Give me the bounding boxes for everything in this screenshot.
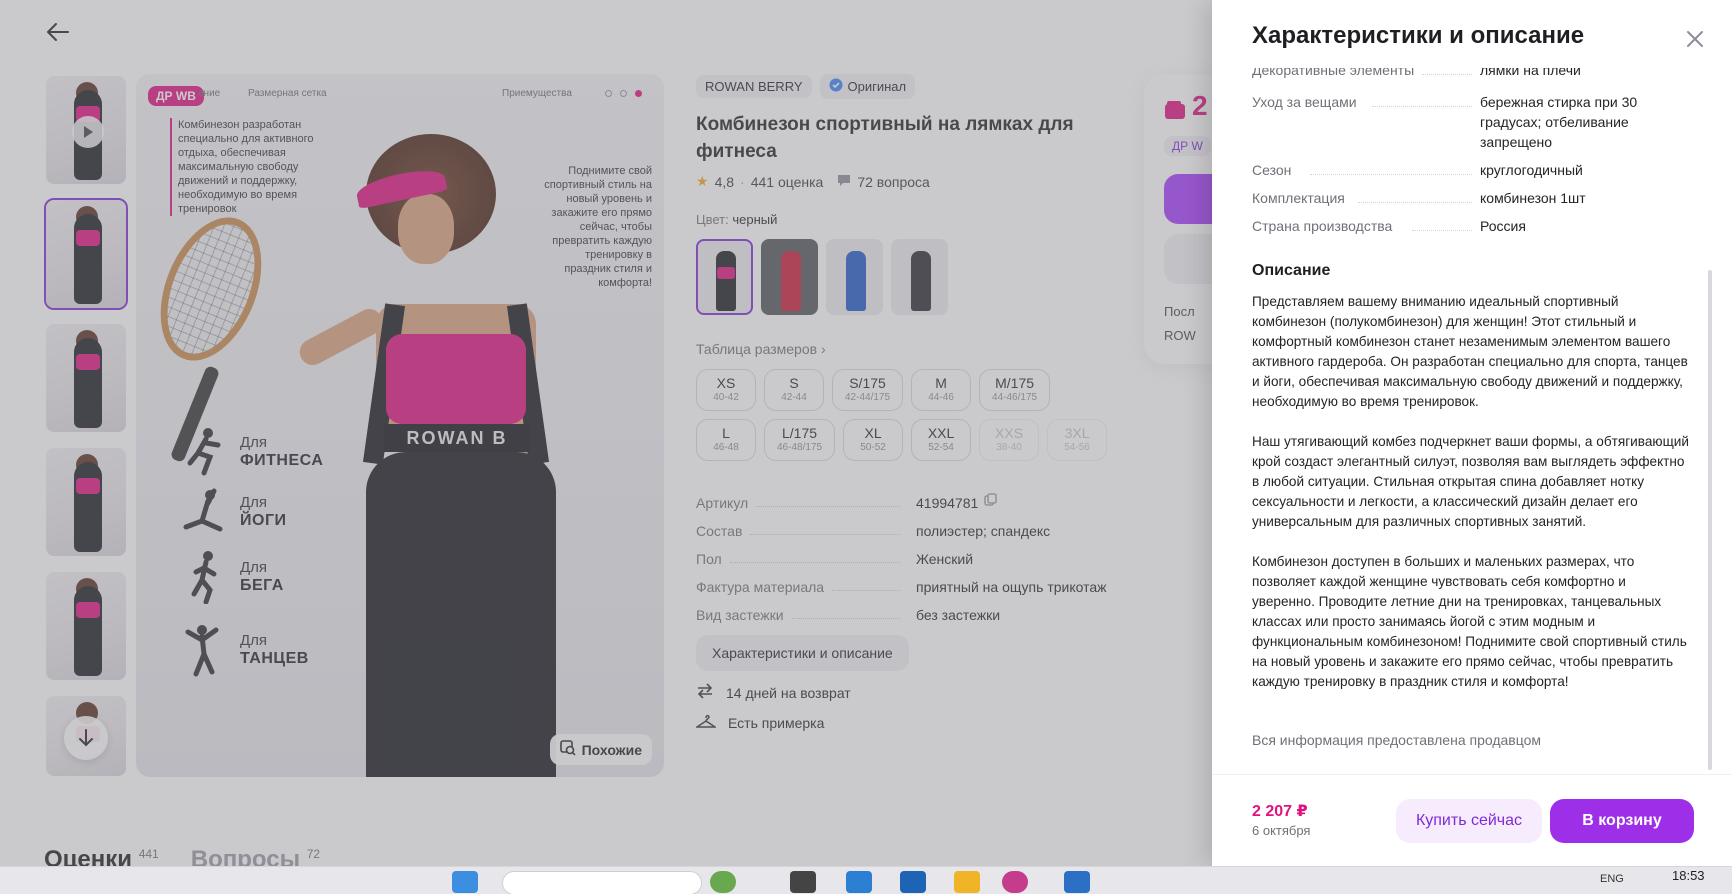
windows-start-icon[interactable]	[452, 871, 478, 893]
edge-icon[interactable]	[846, 871, 872, 893]
taskbar: ENG 18:53	[0, 866, 1732, 894]
panel-scroll-area[interactable]: Декоративные элементы лямки на плечи Уход…	[1212, 68, 1732, 774]
footer-price: 2 207 ₽	[1252, 803, 1308, 820]
characteristics-panel: Характеристики и описание Декоративные э…	[1212, 0, 1732, 866]
task-view-icon[interactable]	[790, 871, 816, 893]
modal-overlay[interactable]	[0, 0, 1212, 866]
language-indicator[interactable]: ENG	[1600, 873, 1624, 885]
panel-scrollbar[interactable]	[1708, 270, 1712, 770]
panel-title: Характеристики и описание	[1252, 22, 1585, 49]
browser-icon[interactable]	[1002, 871, 1028, 893]
store-icon[interactable]	[900, 871, 926, 893]
close-icon[interactable]	[1682, 26, 1708, 52]
add-to-cart-button[interactable]: В корзину	[1550, 799, 1694, 843]
panel-footer: 2 207 ₽ 6 октября Купить сейчас В корзин…	[1212, 774, 1732, 866]
spec-row: Уход за вещами бережная стирка при 30 гра…	[1252, 94, 1638, 150]
seller-note: Вся информация предоставлена продавцом	[1252, 732, 1542, 748]
terminal-icon[interactable]	[1064, 871, 1090, 893]
widget-icon[interactable]	[710, 871, 736, 893]
folder-icon[interactable]	[954, 871, 980, 893]
clock[interactable]: 18:53	[1672, 868, 1705, 883]
delivery-date: 6 октября	[1252, 823, 1311, 838]
description-text: Представляем вашему вниманию идеальный с…	[1252, 294, 1689, 689]
description-heading: Описание	[1252, 262, 1331, 279]
taskbar-search[interactable]	[502, 871, 702, 894]
buy-now-button[interactable]: Купить сейчас	[1396, 799, 1542, 843]
